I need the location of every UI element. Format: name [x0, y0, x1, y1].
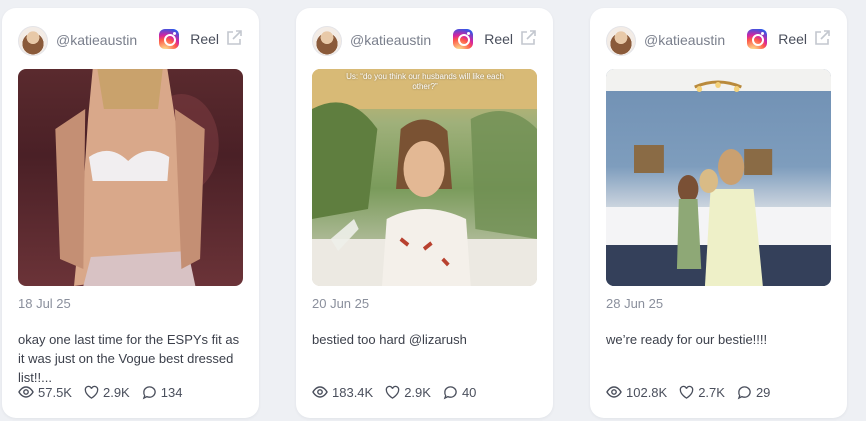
- avatar[interactable]: [18, 26, 48, 56]
- post-type-label: Reel: [778, 31, 807, 47]
- author-handle[interactable]: @katieaustin: [56, 32, 137, 48]
- post-card[interactable]: @katieaustin Reel 20 Jun 25 bestied too …: [296, 8, 553, 418]
- post-date: 28 Jun 25: [606, 296, 664, 311]
- views-stat: 183.4K: [312, 384, 373, 400]
- likes-count: 2.9K: [404, 384, 431, 400]
- views-count: 102.8K: [626, 384, 668, 400]
- thumbnail-image: [606, 69, 831, 286]
- post-caption: okay one last time for the ESPYs fit as …: [18, 332, 240, 385]
- instagram-icon: [453, 29, 473, 49]
- post-header: @katieaustin Reel: [606, 26, 831, 56]
- post-header: @katieaustin Reel: [18, 26, 243, 56]
- post-card[interactable]: @katieaustin Reel 28 Jun 25 we’re ready …: [590, 8, 847, 418]
- eye-icon: [312, 386, 328, 398]
- heart-icon: [679, 385, 694, 399]
- likes-count: 2.9K: [102, 384, 130, 400]
- post-card[interactable]: @katieaustin Reel 18 Jul 25 okay one las…: [2, 8, 259, 418]
- post-thumbnail[interactable]: [606, 69, 831, 286]
- comments-stat: 29: [737, 385, 770, 400]
- likes-stat: 2.9K: [84, 385, 130, 400]
- comments-stat: 134: [142, 384, 183, 400]
- post-stats: 102.8K 2.7K 29: [606, 383, 782, 401]
- external-link-icon[interactable]: [813, 29, 831, 47]
- post-grid: @katieaustin Reel 18 Jul 25 okay one las…: [0, 0, 866, 421]
- instagram-icon: [159, 29, 179, 49]
- likes-stat: 2.7K: [679, 385, 725, 400]
- comment-icon: [142, 385, 156, 399]
- post-thumbnail[interactable]: [312, 69, 537, 286]
- views-stat: 57.5K: [18, 384, 72, 400]
- avatar[interactable]: [606, 26, 636, 56]
- avatar[interactable]: [312, 26, 342, 56]
- post-stats: 57.5K 2.9K 134: [18, 383, 194, 401]
- comments-stat: 40: [443, 385, 476, 400]
- eye-icon: [606, 386, 622, 398]
- comments-count: 40: [461, 384, 477, 400]
- comments-count: 29: [755, 384, 771, 400]
- post-type-label: Reel: [190, 31, 219, 47]
- post-stats: 183.4K 2.9K 40: [312, 383, 488, 401]
- thumbnail-image: [55, 69, 219, 286]
- comments-count: 134: [160, 384, 183, 400]
- external-link-icon[interactable]: [225, 29, 243, 47]
- comment-icon: [737, 385, 751, 399]
- likes-count: 2.7K: [698, 384, 725, 400]
- likes-stat: 2.9K: [385, 385, 431, 400]
- post-type-label: Reel: [484, 31, 513, 47]
- views-count: 183.4K: [332, 384, 374, 400]
- thumbnail-overlay-text: Us: “do you think our husbands will like…: [346, 72, 504, 91]
- comment-icon: [443, 385, 457, 399]
- author-handle[interactable]: @katieaustin: [644, 32, 725, 48]
- post-caption: bestied too hard @lizarush: [312, 332, 467, 347]
- post-header: @katieaustin Reel: [312, 26, 537, 56]
- author-handle[interactable]: @katieaustin: [350, 32, 431, 48]
- post-date: 20 Jun 25: [312, 296, 370, 311]
- thumbnail-image: [312, 69, 537, 286]
- external-link-icon[interactable]: [519, 29, 537, 47]
- views-count: 57.5K: [38, 384, 72, 400]
- post-caption: we’re ready for our bestie!!!!: [606, 332, 768, 347]
- post-thumbnail[interactable]: [18, 69, 243, 286]
- eye-icon: [18, 386, 34, 398]
- heart-icon: [385, 385, 400, 399]
- views-stat: 102.8K: [606, 384, 667, 400]
- heart-icon: [84, 385, 99, 399]
- post-date: 18 Jul 25: [18, 296, 71, 311]
- instagram-icon: [747, 29, 767, 49]
